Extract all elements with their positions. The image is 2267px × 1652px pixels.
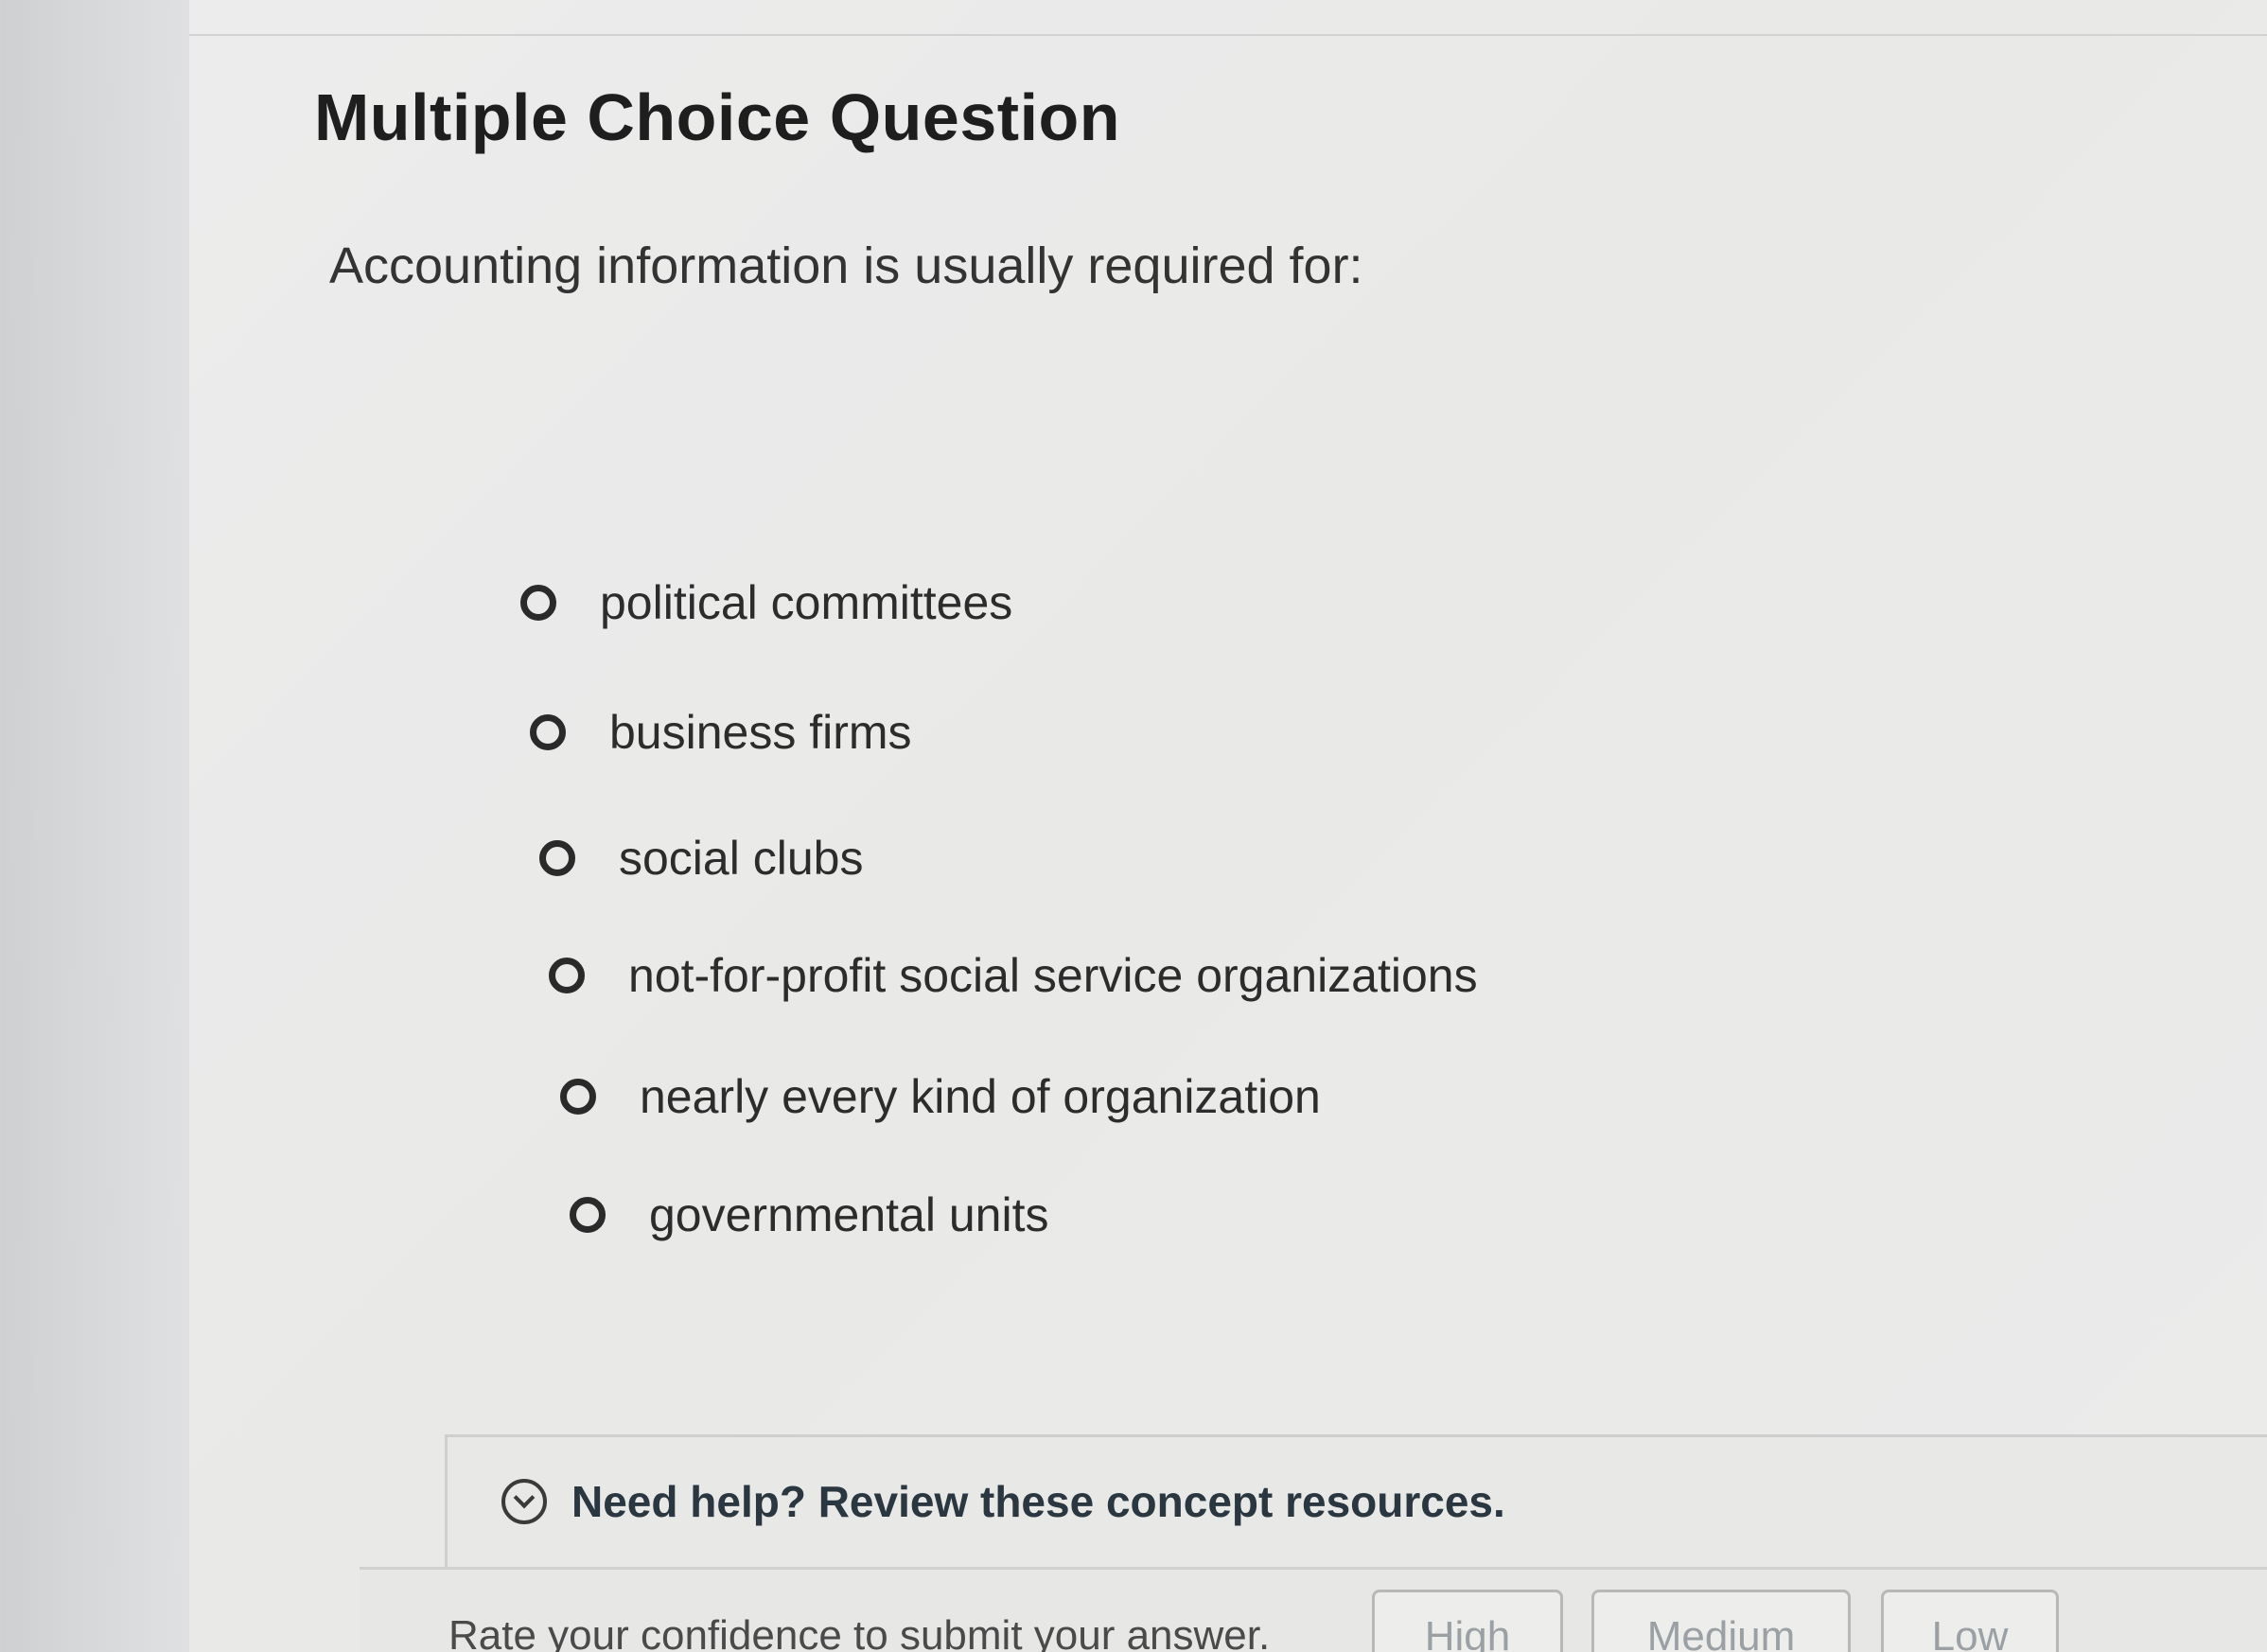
- answer-option-political-committees[interactable]: political committees: [520, 575, 1012, 630]
- answer-option-label: political committees: [600, 576, 1013, 629]
- radio-unchecked-icon[interactable]: [570, 1197, 606, 1233]
- chevron-down-circle-icon[interactable]: [501, 1479, 547, 1524]
- concept-resources-toggle[interactable]: Need help? Review these concept resource…: [501, 1476, 1505, 1527]
- page-title: Multiple Choice Question: [314, 80, 1121, 154]
- radio-unchecked-icon[interactable]: [530, 714, 566, 750]
- confidence-prompt: Rate your confidence to submit your answ…: [448, 1612, 1271, 1652]
- radio-unchecked-icon[interactable]: [549, 958, 585, 993]
- radio-unchecked-icon[interactable]: [539, 840, 575, 876]
- top-divider: [189, 34, 2267, 36]
- answer-option-label: not-for-profit social service organizati…: [628, 949, 1478, 1002]
- question-prompt: Accounting information is usually requir…: [329, 237, 1363, 294]
- confidence-low-button[interactable]: Low: [1881, 1590, 2059, 1652]
- confidence-medium-button[interactable]: Medium: [1591, 1590, 1851, 1652]
- answer-option-governmental-units[interactable]: governmental units: [570, 1187, 1048, 1242]
- radio-unchecked-icon[interactable]: [520, 585, 556, 621]
- radio-unchecked-icon[interactable]: [560, 1079, 596, 1115]
- answer-option-label: business firms: [609, 706, 912, 759]
- answer-option-label: social clubs: [619, 832, 864, 885]
- answer-option-every-organization[interactable]: nearly every kind of organization: [560, 1069, 1321, 1124]
- confidence-high-button[interactable]: High: [1372, 1590, 1563, 1652]
- answer-option-business-firms[interactable]: business firms: [530, 705, 912, 760]
- answer-option-label: nearly every kind of organization: [640, 1070, 1321, 1123]
- answer-option-social-clubs[interactable]: social clubs: [539, 831, 863, 886]
- answer-option-label: governmental units: [649, 1188, 1049, 1241]
- concept-resources-link[interactable]: Need help? Review these concept resource…: [571, 1476, 1505, 1527]
- answer-option-not-for-profit[interactable]: not-for-profit social service organizati…: [549, 948, 1478, 1003]
